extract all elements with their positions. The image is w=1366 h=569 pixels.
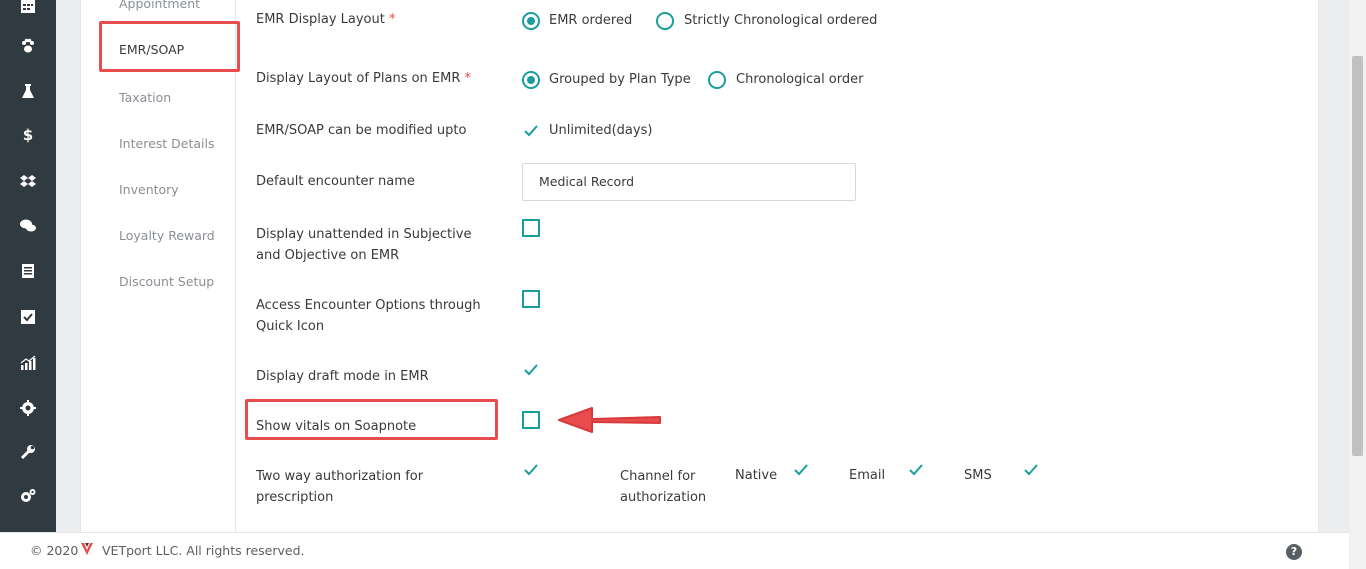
- plans-layout-label: Display Layout of Plans on EMR *: [256, 71, 472, 86]
- gear-icon[interactable]: [18, 398, 38, 418]
- page-scrollbar[interactable]: [1349, 0, 1366, 569]
- red-arrow-icon: [558, 407, 661, 433]
- submenu-item-loyalty-reward[interactable]: Loyalty Reward: [119, 228, 215, 243]
- check-icon-draft-mode[interactable]: [524, 364, 538, 376]
- flask-icon[interactable]: [18, 81, 38, 101]
- copyright-text: VETport LLC. All rights reserved.: [102, 543, 305, 558]
- quick-icon-label: Access Encounter Options through Quick I…: [256, 298, 481, 334]
- check-icon-sms[interactable]: [1024, 464, 1038, 476]
- required-mark: *: [388, 12, 396, 27]
- check-icon-two-way-auth[interactable]: [524, 464, 538, 476]
- vitals-checkbox[interactable]: [522, 411, 540, 429]
- channel-label: Channel for authorization: [620, 469, 707, 505]
- option-chronological-order-label: Chronological order: [736, 72, 864, 87]
- submenu-item-appointment[interactable]: Appointment: [119, 0, 200, 11]
- icon-rail: $: [0, 0, 56, 532]
- dropbox-icon[interactable]: [18, 172, 38, 192]
- submenu-item-interest-details[interactable]: Interest Details: [119, 136, 214, 151]
- receipt-icon[interactable]: [18, 261, 38, 281]
- default-encounter-label: Default encounter name: [256, 174, 415, 189]
- scrollbar-thumb[interactable]: [1352, 56, 1363, 456]
- channel-native-label: Native: [735, 468, 778, 483]
- unattended-checkbox[interactable]: [522, 219, 540, 237]
- radio-strictly-chronological[interactable]: [656, 12, 674, 30]
- modify-upto-label: EMR/SOAP can be modified upto: [256, 123, 467, 138]
- check-icon-unlimited[interactable]: [524, 125, 538, 137]
- checkbox-icon[interactable]: [18, 307, 38, 327]
- unlimited-days-label: Unlimited(days): [549, 123, 653, 138]
- copyright-prefix: © 2020: [30, 543, 79, 558]
- option-emr-ordered-label: EMR ordered: [549, 13, 633, 28]
- chart-icon[interactable]: [18, 353, 38, 373]
- channel-email-label: Email: [849, 468, 886, 483]
- radio-emr-ordered[interactable]: [522, 12, 540, 30]
- settings-submenu: Appointment EMR/SOAP Taxation Interest D…: [80, 0, 236, 532]
- chat-icon[interactable]: [18, 216, 38, 236]
- help-icon[interactable]: ?: [1286, 544, 1302, 560]
- option-grouped-by-plan-type-label: Grouped by Plan Type: [549, 72, 691, 87]
- draft-mode-label: Display draft mode in EMR: [256, 369, 429, 384]
- submenu-item-taxation[interactable]: Taxation: [119, 90, 171, 105]
- calendar-icon[interactable]: [18, 0, 38, 16]
- option-strictly-chronological-label: Strictly Chronological ordered: [684, 13, 878, 28]
- submenu-item-discount-setup[interactable]: Discount Setup: [119, 274, 214, 289]
- default-encounter-input[interactable]: Medical Record: [522, 163, 856, 201]
- submenu-item-inventory[interactable]: Inventory: [119, 182, 179, 197]
- check-icon-email[interactable]: [909, 464, 923, 476]
- radio-grouped-by-plan-type[interactable]: [522, 71, 540, 89]
- radio-chronological-order[interactable]: [708, 71, 726, 89]
- channel-sms-label: SMS: [964, 468, 992, 483]
- dollar-icon[interactable]: $: [18, 125, 38, 145]
- check-icon-native[interactable]: [794, 464, 808, 476]
- unattended-label: Display unattended in Subjective and Obj…: [256, 227, 472, 263]
- vetport-logo-icon: [81, 543, 93, 555]
- display-layout-label: EMR Display Layout *: [256, 12, 396, 27]
- highlight-box-vitals: [245, 399, 498, 440]
- gears-icon[interactable]: [18, 486, 38, 506]
- two-way-auth-label: Two way authorization for prescription: [256, 469, 424, 505]
- page-footer: © 2020 VETport LLC. All rights reserved.…: [0, 532, 1349, 569]
- wrench-icon[interactable]: [18, 442, 38, 462]
- required-mark: *: [464, 71, 472, 86]
- highlight-box-emr-soap: [99, 21, 240, 72]
- paw-icon[interactable]: [18, 36, 38, 56]
- quick-icon-checkbox[interactable]: [522, 290, 540, 308]
